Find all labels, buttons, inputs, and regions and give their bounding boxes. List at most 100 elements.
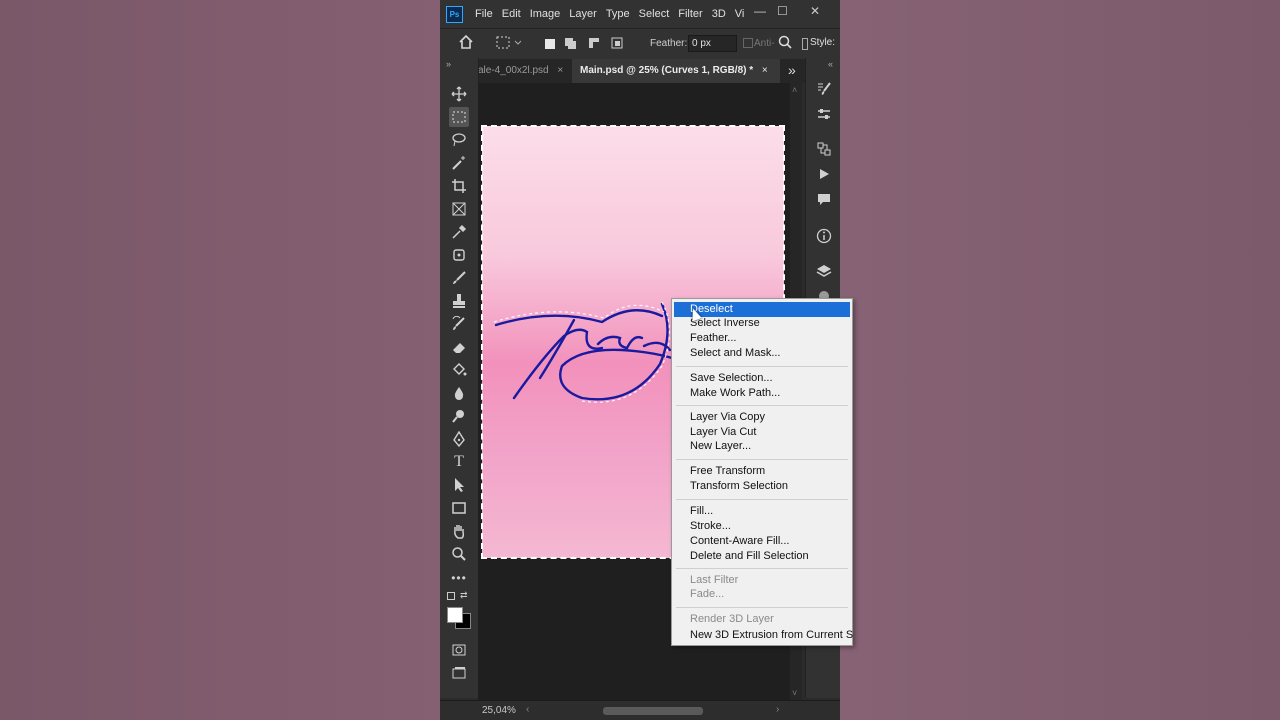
menu-item-transform-selection[interactable]: Transform Selection [674, 479, 850, 494]
tab-ale-document[interactable]: ale-4_00x2l.psd × [478, 59, 563, 83]
color-swatches[interactable]: ⇄ [447, 590, 471, 632]
home-icon[interactable] [458, 34, 474, 53]
menu-bar: Ps File Edit Image Layer Type Select Fil… [440, 0, 840, 28]
history-brush-icon[interactable] [449, 314, 469, 334]
tab-close-icon[interactable]: × [557, 65, 563, 76]
default-colors-icon[interactable] [447, 592, 455, 600]
frame-icon[interactable] [449, 199, 469, 219]
hand-icon[interactable] [449, 521, 469, 541]
type-icon[interactable]: T [449, 452, 469, 472]
antialias-checkbox[interactable] [743, 38, 753, 48]
quick-mask-icon[interactable] [449, 640, 469, 660]
search-icon[interactable] [778, 35, 792, 52]
toolbar-collapse-icon[interactable]: » [446, 59, 451, 69]
scroll-right-icon[interactable]: › [776, 704, 779, 715]
menu-item-layer-via-copy[interactable]: Layer Via Copy [674, 410, 850, 425]
video-background-left [0, 0, 440, 720]
menu-item-fill[interactable]: Fill... [674, 504, 850, 519]
video-background-right [840, 0, 1280, 720]
menu-item-layer-via-cut[interactable]: Layer Via Cut [674, 425, 850, 440]
spot-heal-icon[interactable] [449, 245, 469, 265]
menu-item-content-aware-fill[interactable]: Content-Aware Fill... [674, 534, 850, 549]
menu-separator [676, 568, 848, 569]
menu-item-delete-and-fill[interactable]: Delete and Fill Selection [674, 549, 850, 564]
menu-image[interactable]: Image [530, 8, 561, 20]
eyedropper-icon[interactable] [449, 222, 469, 242]
screen-mode-icon[interactable] [449, 663, 469, 683]
menu-edit[interactable]: Edit [502, 8, 521, 20]
tab-main-document[interactable]: Main.psd @ 25% (Curves 1, RGB/8) * × [572, 59, 780, 83]
menu-separator [676, 459, 848, 460]
info-icon[interactable] [814, 226, 834, 246]
close-button[interactable]: ✕ [810, 4, 820, 18]
menu-3d[interactable]: 3D [712, 8, 726, 20]
subtract-selection-icon[interactable] [588, 37, 602, 54]
menu-view[interactable]: Vi [735, 8, 745, 20]
channels-icon[interactable] [814, 139, 834, 159]
menu-item-new-3d-extrusion[interactable]: New 3D Extrusion from Current S [674, 628, 853, 643]
menu-item-make-work-path[interactable]: Make Work Path... [674, 386, 850, 401]
stamp-icon[interactable] [449, 291, 469, 311]
add-selection-icon[interactable] [564, 37, 578, 54]
menu-item-feather[interactable]: Feather... [674, 331, 850, 346]
horizontal-scroll-thumb[interactable] [603, 707, 703, 715]
menu-item-render-3d-layer: Render 3D Layer [690, 613, 774, 625]
rectangle-icon[interactable] [449, 498, 469, 518]
menu-item-new-layer[interactable]: New Layer... [674, 439, 850, 454]
menu-select[interactable]: Select [639, 8, 670, 20]
minimize-button[interactable]: — [754, 4, 766, 18]
blur-icon[interactable] [449, 383, 469, 403]
intersect-selection-icon[interactable] [611, 37, 625, 54]
magic-wand-icon[interactable] [449, 153, 469, 173]
status-bar: 25,04% ‹ › [440, 700, 840, 720]
brush-icon[interactable] [449, 268, 469, 288]
comment-icon[interactable] [814, 189, 834, 209]
more-icon[interactable]: ••• [449, 568, 469, 588]
swap-colors-icon[interactable]: ⇄ [460, 590, 468, 601]
lasso-icon[interactable] [449, 130, 469, 150]
menu-item-select-and-mask[interactable]: Select and Mask... [674, 346, 850, 361]
menu-file[interactable]: File [475, 8, 493, 20]
dock-collapse-icon[interactable]: « [828, 59, 833, 69]
zoom-level[interactable]: 25,04% [482, 705, 516, 716]
antialias-label: Anti- [754, 38, 775, 49]
maximize-button[interactable]: ☐ [777, 4, 788, 18]
tabs-overflow-icon[interactable]: » [788, 62, 796, 78]
bucket-icon[interactable] [449, 360, 469, 380]
foreground-color-swatch[interactable] [447, 607, 463, 623]
menu-separator [676, 607, 848, 608]
brush-settings-icon[interactable] [814, 79, 834, 99]
adjustments-icon[interactable] [814, 104, 834, 124]
dodge-icon[interactable] [449, 406, 469, 426]
eraser-icon[interactable] [449, 337, 469, 357]
scroll-up-icon[interactable]: ˄ [792, 85, 797, 95]
options-bar: Feather: 0 px Anti- Style: [440, 28, 840, 60]
style-label[interactable]: Style: [810, 37, 835, 48]
menu-item-stroke[interactable]: Stroke... [674, 519, 850, 534]
pen-icon[interactable] [449, 429, 469, 449]
document-tabs: » ale-4_00x2l.psd × Main.psd @ 25% (Curv… [440, 59, 840, 83]
move-icon[interactable] [449, 84, 469, 104]
scroll-left-icon[interactable]: ‹ [526, 704, 529, 715]
feather-input[interactable]: 0 px [688, 35, 737, 52]
context-menu: Deselect Select Inverse Feather... Selec… [671, 298, 853, 646]
crop-icon[interactable] [449, 176, 469, 196]
menu-filter[interactable]: Filter [678, 8, 702, 20]
scroll-down-icon[interactable]: ˅ [792, 688, 797, 698]
zoom-icon[interactable] [449, 544, 469, 564]
menu-type[interactable]: Type [606, 8, 630, 20]
photoshop-logo: Ps [446, 5, 463, 23]
marquee-preset-icon[interactable] [496, 36, 522, 53]
tab-close-icon[interactable]: × [762, 65, 768, 76]
menu-layer[interactable]: Layer [569, 8, 597, 20]
layers-icon[interactable] [814, 261, 834, 281]
menu-separator [676, 366, 848, 367]
path-select-icon[interactable] [449, 475, 469, 495]
menu-item-save-selection[interactable]: Save Selection... [674, 371, 850, 386]
new-selection-icon[interactable] [545, 39, 555, 49]
play-icon[interactable] [814, 164, 834, 184]
menu-item-free-transform[interactable]: Free Transform [674, 464, 850, 479]
marquee-icon[interactable] [449, 107, 469, 127]
menu-separator [676, 405, 848, 406]
tab-label: Main.psd @ 25% (Curves 1, RGB/8) * [580, 65, 754, 76]
